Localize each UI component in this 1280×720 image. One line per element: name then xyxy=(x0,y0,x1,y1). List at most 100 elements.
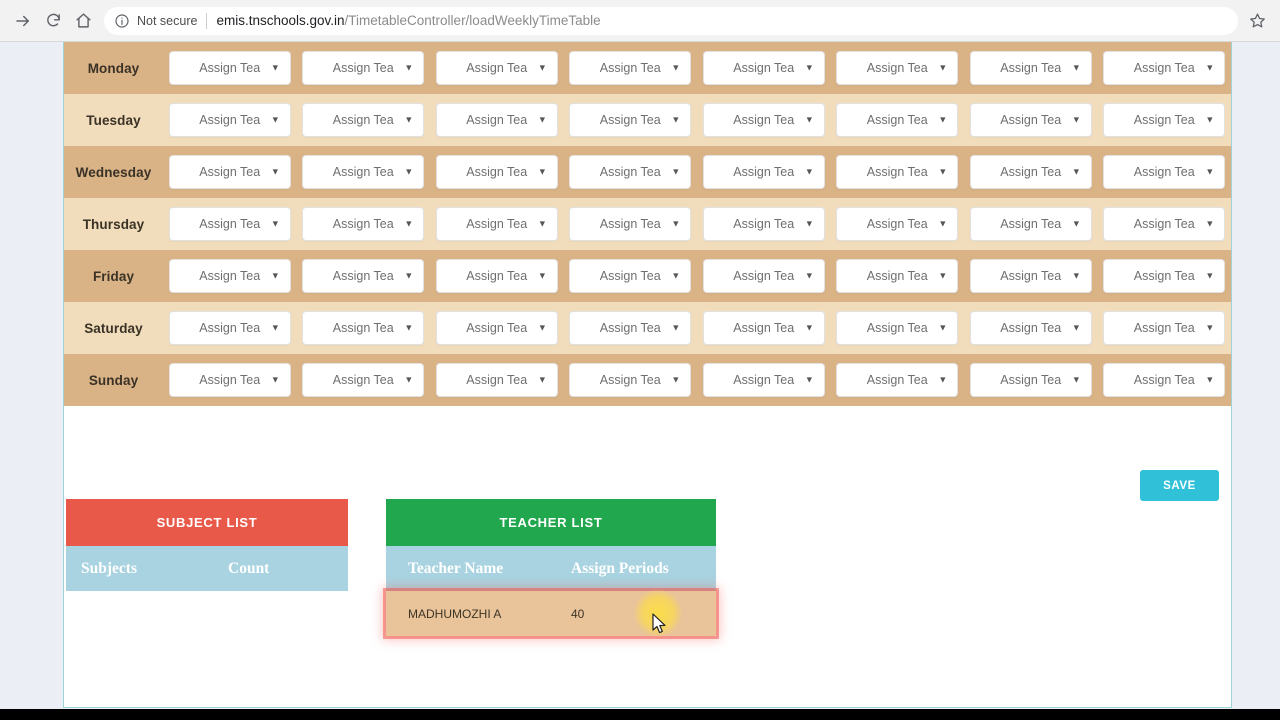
assign-teacher-select[interactable]: Assign Tea ▼ xyxy=(702,311,825,345)
period-cell: Assign Tea ▼ xyxy=(964,42,1098,94)
assign-teacher-select[interactable]: Assign Tea ▼ xyxy=(168,259,291,293)
teacher-list-row[interactable]: MADHUMOZHI A 40 xyxy=(386,589,716,637)
assign-teacher-select[interactable]: Assign Tea ▼ xyxy=(168,103,291,137)
address-bar[interactable]: Not secure emis.tnschools.gov.in/Timetab… xyxy=(104,6,1238,35)
assign-teacher-select[interactable]: Assign Tea ▼ xyxy=(435,155,558,189)
chevron-down-icon: ▼ xyxy=(537,218,547,229)
assign-teacher-select-value: Assign Tea xyxy=(1000,113,1062,127)
teacher-list-body: MADHUMOZHI A 40 xyxy=(386,589,716,637)
chevron-down-icon: ▼ xyxy=(1071,322,1081,333)
assign-teacher-select[interactable]: Assign Tea ▼ xyxy=(1103,207,1226,241)
assign-teacher-select[interactable]: Assign Tea ▼ xyxy=(569,51,692,85)
assign-teacher-select[interactable]: Assign Tea ▼ xyxy=(168,311,291,345)
assign-teacher-select[interactable]: Assign Tea ▼ xyxy=(969,51,1092,85)
assign-teacher-select[interactable]: Assign Tea ▼ xyxy=(1103,363,1226,397)
assign-teacher-select[interactable]: Assign Tea ▼ xyxy=(435,207,558,241)
assign-teacher-select-value: Assign Tea xyxy=(733,373,795,387)
assign-teacher-select[interactable]: Assign Tea ▼ xyxy=(836,103,959,137)
chevron-down-icon: ▼ xyxy=(804,62,814,73)
assign-teacher-select-value: Assign Tea xyxy=(866,165,928,179)
period-cell: Assign Tea ▼ xyxy=(1097,42,1231,94)
assign-teacher-select[interactable]: Assign Tea ▼ xyxy=(569,103,692,137)
period-cell: Assign Tea ▼ xyxy=(964,146,1098,198)
forward-arrow-icon[interactable] xyxy=(8,6,38,36)
assign-teacher-select[interactable]: Assign Tea ▼ xyxy=(836,155,959,189)
assign-teacher-select[interactable]: Assign Tea ▼ xyxy=(302,103,425,137)
assign-teacher-select[interactable]: Assign Tea ▼ xyxy=(969,155,1092,189)
assign-teacher-select-value: Assign Tea xyxy=(1133,217,1195,231)
chevron-down-icon: ▼ xyxy=(671,62,681,73)
assign-teacher-select[interactable]: Assign Tea ▼ xyxy=(969,259,1092,293)
assign-teacher-select[interactable]: Assign Tea ▼ xyxy=(836,259,959,293)
assign-teacher-select[interactable]: Assign Tea ▼ xyxy=(302,155,425,189)
assign-teacher-select[interactable]: Assign Tea ▼ xyxy=(702,259,825,293)
assign-teacher-select-value: Assign Tea xyxy=(599,61,661,75)
assign-teacher-select[interactable]: Assign Tea ▼ xyxy=(435,311,558,345)
assign-teacher-select[interactable]: Assign Tea ▼ xyxy=(302,363,425,397)
assign-teacher-select[interactable]: Assign Tea ▼ xyxy=(836,311,959,345)
day-label: Saturday xyxy=(64,302,163,354)
star-bookmark-icon[interactable] xyxy=(1242,6,1272,36)
assign-teacher-select[interactable]: Assign Tea ▼ xyxy=(569,155,692,189)
assign-teacher-select[interactable]: Assign Tea ▼ xyxy=(702,363,825,397)
chevron-down-icon: ▼ xyxy=(1071,374,1081,385)
period-cell: Assign Tea ▼ xyxy=(296,198,430,250)
assign-teacher-select-value: Assign Tea xyxy=(332,165,394,179)
chevron-down-icon: ▼ xyxy=(671,218,681,229)
period-cell: Assign Tea ▼ xyxy=(163,42,297,94)
assign-teacher-select[interactable]: Assign Tea ▼ xyxy=(168,155,291,189)
chevron-down-icon: ▼ xyxy=(1071,166,1081,177)
chevron-down-icon: ▼ xyxy=(270,218,280,229)
assign-teacher-select[interactable]: Assign Tea ▼ xyxy=(302,259,425,293)
assign-teacher-select[interactable]: Assign Tea ▼ xyxy=(969,103,1092,137)
assign-teacher-select[interactable]: Assign Tea ▼ xyxy=(435,51,558,85)
assign-teacher-select-value: Assign Tea xyxy=(1000,373,1062,387)
chevron-down-icon: ▼ xyxy=(938,322,948,333)
assign-teacher-select-value: Assign Tea xyxy=(1133,113,1195,127)
assign-teacher-select[interactable]: Assign Tea ▼ xyxy=(702,51,825,85)
assign-teacher-select[interactable]: Assign Tea ▼ xyxy=(836,51,959,85)
assign-teacher-select[interactable]: Assign Tea ▼ xyxy=(435,259,558,293)
assign-teacher-select-value: Assign Tea xyxy=(1133,269,1195,283)
assign-teacher-select[interactable]: Assign Tea ▼ xyxy=(1103,103,1226,137)
assign-teacher-select[interactable]: Assign Tea ▼ xyxy=(569,311,692,345)
assign-teacher-select[interactable]: Assign Tea ▼ xyxy=(836,207,959,241)
assign-teacher-select[interactable]: Assign Tea ▼ xyxy=(569,363,692,397)
assign-teacher-select[interactable]: Assign Tea ▼ xyxy=(168,51,291,85)
assign-teacher-select[interactable]: Assign Tea ▼ xyxy=(969,363,1092,397)
assign-teacher-select-value: Assign Tea xyxy=(733,217,795,231)
period-cell: Assign Tea ▼ xyxy=(163,94,297,146)
period-cell: Assign Tea ▼ xyxy=(1097,250,1231,302)
assign-teacher-select[interactable]: Assign Tea ▼ xyxy=(1103,51,1226,85)
assign-teacher-select[interactable]: Assign Tea ▼ xyxy=(569,259,692,293)
assign-teacher-select[interactable]: Assign Tea ▼ xyxy=(969,311,1092,345)
assign-teacher-select[interactable]: Assign Tea ▼ xyxy=(702,103,825,137)
assign-teacher-select[interactable]: Assign Tea ▼ xyxy=(702,207,825,241)
chevron-down-icon: ▼ xyxy=(404,374,414,385)
chevron-down-icon: ▼ xyxy=(938,114,948,125)
assign-teacher-select-value: Assign Tea xyxy=(599,113,661,127)
assign-teacher-select[interactable]: Assign Tea ▼ xyxy=(302,51,425,85)
assign-teacher-select[interactable]: Assign Tea ▼ xyxy=(168,207,291,241)
assign-teacher-select[interactable]: Assign Tea ▼ xyxy=(435,103,558,137)
assign-teacher-select[interactable]: Assign Tea ▼ xyxy=(302,207,425,241)
chevron-down-icon: ▼ xyxy=(1071,218,1081,229)
assign-teacher-select[interactable]: Assign Tea ▼ xyxy=(702,155,825,189)
save-button[interactable]: SAVE xyxy=(1140,470,1219,501)
home-icon[interactable] xyxy=(68,6,98,36)
assign-teacher-select[interactable]: Assign Tea ▼ xyxy=(168,363,291,397)
assign-teacher-select[interactable]: Assign Tea ▼ xyxy=(435,363,558,397)
reload-icon[interactable] xyxy=(38,6,68,36)
assign-teacher-select[interactable]: Assign Tea ▼ xyxy=(569,207,692,241)
assign-teacher-select-value: Assign Tea xyxy=(1000,217,1062,231)
assign-teacher-select[interactable]: Assign Tea ▼ xyxy=(1103,311,1226,345)
info-circle-icon[interactable] xyxy=(114,13,130,29)
assign-teacher-select[interactable]: Assign Tea ▼ xyxy=(836,363,959,397)
assign-teacher-select[interactable]: Assign Tea ▼ xyxy=(1103,259,1226,293)
assign-teacher-select[interactable]: Assign Tea ▼ xyxy=(969,207,1092,241)
assign-teacher-select[interactable]: Assign Tea ▼ xyxy=(302,311,425,345)
count-column-header: Count xyxy=(228,559,270,577)
period-cell: Assign Tea ▼ xyxy=(1097,302,1231,354)
assign-teacher-select-value: Assign Tea xyxy=(332,269,394,283)
assign-teacher-select[interactable]: Assign Tea ▼ xyxy=(1103,155,1226,189)
